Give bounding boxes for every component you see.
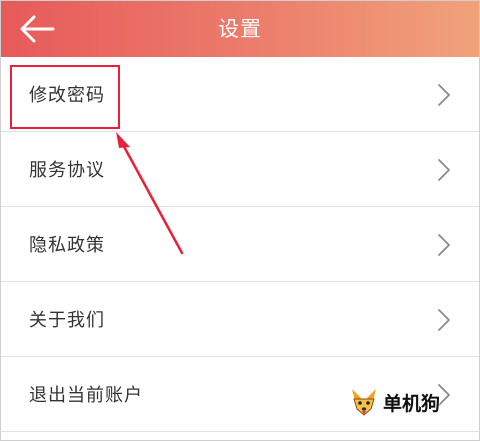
chevron-right-icon bbox=[438, 234, 450, 256]
menu-item-privacy-policy[interactable]: 隐私政策 bbox=[1, 207, 479, 282]
menu-item-change-password[interactable]: 修改密码 bbox=[1, 57, 479, 132]
watermark: 单机狗 bbox=[349, 387, 440, 417]
menu-item-label: 服务协议 bbox=[29, 160, 105, 181]
dog-logo-icon bbox=[352, 389, 376, 416]
menu-item-service-agreement[interactable]: 服务协议 bbox=[1, 132, 479, 207]
chevron-right-icon bbox=[438, 309, 450, 331]
app-screen: 设置 修改密码 服务协议 隐私政策 关于我们 退出当前账户 单机狗 bbox=[0, 0, 480, 441]
menu-item-label: 修改密码 bbox=[29, 85, 105, 106]
chevron-right-icon bbox=[438, 159, 450, 181]
menu-item-about-us[interactable]: 关于我们 bbox=[1, 282, 479, 357]
watermark-text: 单机狗 bbox=[383, 392, 441, 415]
menu-item-label: 退出当前账户 bbox=[29, 385, 143, 406]
chevron-right-icon bbox=[438, 84, 450, 106]
menu-item-label: 隐私政策 bbox=[29, 235, 105, 256]
header-bar: 设置 bbox=[1, 1, 479, 57]
menu-item-label: 关于我们 bbox=[29, 310, 105, 331]
settings-list: 修改密码 服务协议 隐私政策 关于我们 退出当前账户 bbox=[1, 57, 479, 432]
page-title: 设置 bbox=[218, 17, 262, 41]
